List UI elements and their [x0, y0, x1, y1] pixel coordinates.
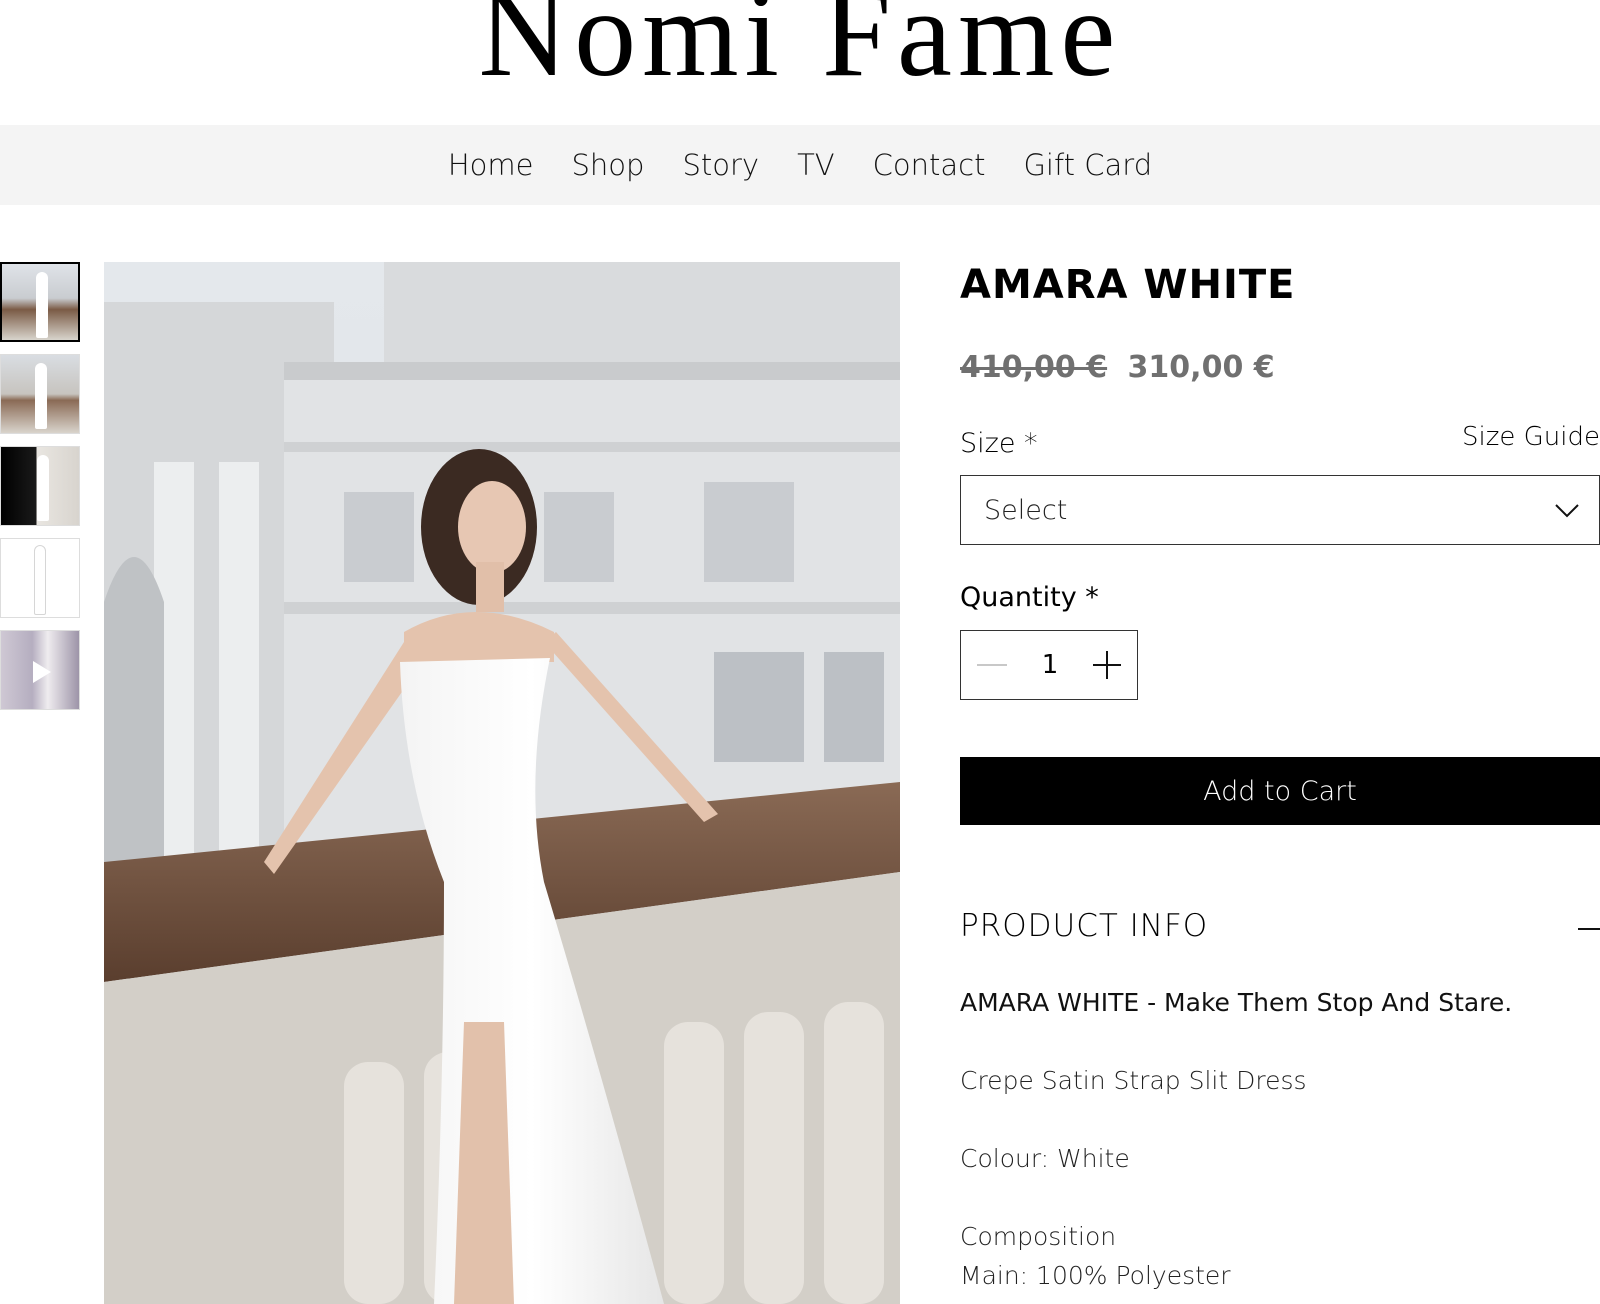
product-title: AMARA WHITE — [960, 262, 1296, 308]
product-photo — [104, 262, 900, 1304]
original-price: 410,00 € — [960, 350, 1108, 385]
thumbnail-4[interactable] — [0, 538, 80, 618]
add-to-cart-button[interactable]: Add to Cart — [960, 757, 1600, 825]
thumbnail-3[interactable] — [0, 446, 80, 526]
size-select-value: Select — [984, 494, 1068, 526]
play-icon — [33, 661, 51, 683]
nav-gift-card[interactable]: Gift Card — [1023, 148, 1152, 182]
nav-home[interactable]: Home — [448, 148, 534, 182]
nav-shop[interactable]: Shop — [572, 148, 645, 182]
product-info-line: Composition — [960, 1222, 1117, 1251]
brand-logo[interactable]: Nomi Fame — [0, 0, 1600, 96]
price-row: 410,00 € 310,00 € — [960, 350, 1275, 385]
sale-price: 310,00 € — [1127, 350, 1275, 385]
quantity-label: Quantity * — [960, 582, 1099, 613]
increment-button[interactable] — [1092, 651, 1121, 679]
size-select[interactable]: Select — [960, 475, 1600, 545]
product-info-headline: AMARA WHITE - Make Them Stop And Stare. — [960, 988, 1513, 1017]
nav-story[interactable]: Story — [682, 148, 759, 182]
collapse-icon[interactable] — [1578, 928, 1600, 930]
thumbnail-2[interactable] — [0, 354, 80, 434]
main-navigation: Home Shop Story TV Contact Gift Card — [0, 125, 1600, 205]
product-info-line: Main: 100% Polyester — [960, 1261, 1231, 1290]
thumbnail-video[interactable] — [0, 630, 80, 710]
nav-contact[interactable]: Contact — [873, 148, 986, 182]
quantity-stepper: 1 — [960, 630, 1138, 700]
thumbnail-1[interactable] — [0, 262, 80, 342]
chevron-down-icon — [1555, 504, 1579, 518]
decrement-button[interactable] — [977, 664, 1007, 666]
quantity-value[interactable]: 1 — [1042, 650, 1059, 680]
product-info-title[interactable]: PRODUCT INFO — [960, 908, 1208, 944]
product-info-line: Colour: White — [960, 1144, 1130, 1173]
product-info-line: Crepe Satin Strap Slit Dress — [960, 1066, 1307, 1095]
size-guide-link[interactable]: Size Guide — [1462, 422, 1600, 452]
size-label: Size * — [960, 428, 1038, 459]
thumbnail-strip — [0, 262, 82, 722]
main-product-image[interactable] — [104, 262, 900, 1304]
nav-tv[interactable]: TV — [797, 148, 835, 182]
